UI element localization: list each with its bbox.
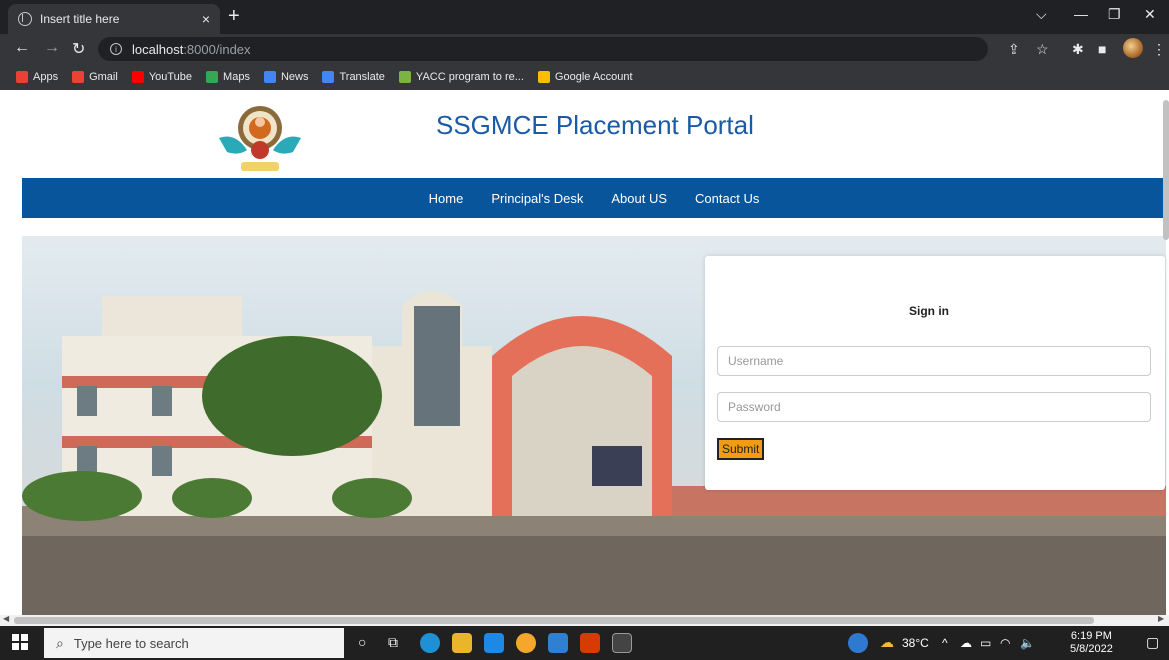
tray-chevron-icon[interactable]: ^: [942, 636, 948, 650]
url-input[interactable]: i localhost:8000/index: [98, 37, 988, 61]
password-input[interactable]: [717, 392, 1151, 422]
bookmark-item[interactable]: News: [263, 71, 309, 83]
bookmark-favicon-icon: [72, 71, 85, 83]
share-icon[interactable]: ⇪: [1008, 41, 1020, 58]
site-info-icon[interactable]: i: [110, 43, 122, 55]
bookmarks-bar: Apps Gmail YouTube Maps News Translate YACC pr…: [0, 64, 1169, 90]
username-input[interactable]: [717, 346, 1151, 376]
bookmark-item[interactable]: Gmail: [72, 71, 118, 83]
bookmark-label: Gmail: [89, 71, 118, 83]
bookmark-favicon-icon: [206, 71, 219, 83]
cortana-icon[interactable]: ○: [358, 634, 366, 650]
help-icon[interactable]: [848, 633, 868, 653]
notifications-icon[interactable]: ▢: [1146, 634, 1159, 651]
browser-tab[interactable]: Insert title here ×: [8, 4, 220, 34]
scroll-left-icon[interactable]: ◀: [3, 614, 9, 623]
main-nav: Home Principal's Desk About US Contact Us: [22, 178, 1166, 218]
vertical-scrollbar[interactable]: [1163, 100, 1169, 240]
college-logo: [219, 106, 301, 171]
bookmark-item[interactable]: Google Account: [537, 71, 633, 83]
bookmark-star-icon[interactable]: ☆: [1036, 41, 1049, 58]
signin-card: Sign in Submit: [705, 256, 1165, 490]
bookmark-label: Maps: [223, 71, 250, 83]
bookmark-item[interactable]: Apps: [16, 71, 58, 83]
battery-icon[interactable]: ▭: [980, 636, 991, 650]
signin-title: Sign in: [909, 304, 949, 318]
bookmark-label: News: [280, 71, 309, 83]
bookmark-item[interactable]: YACC program to re...: [398, 71, 524, 83]
bookmark-favicon-icon: [16, 71, 28, 83]
mail-icon[interactable]: [484, 633, 504, 653]
bookmark-label: Translate: [339, 71, 385, 83]
taskbar-search-placeholder: Type here to search: [73, 635, 189, 651]
bookmark-label: Apps: [33, 71, 59, 83]
task-view-icon[interactable]: ⧉: [388, 634, 398, 651]
profile-avatar[interactable]: [1123, 38, 1143, 58]
bookmark-label: Google Account: [554, 71, 633, 83]
submit-button[interactable]: Submit: [717, 438, 765, 460]
new-tab-button[interactable]: +: [228, 6, 240, 26]
minimize-icon[interactable]: —: [1074, 6, 1088, 22]
system-clock[interactable]: 6:19 PM 5/8/2022: [1070, 630, 1113, 656]
file-explorer-icon[interactable]: [452, 633, 472, 653]
windows-taskbar: ⌕ Type here to search ○ ⧉ ☁ 38°C ^ ☁ ▭ ◠…: [0, 626, 1169, 660]
nav-link[interactable]: Home: [429, 191, 464, 206]
back-arrow-icon[interactable]: ←: [14, 39, 30, 57]
bookmark-label: YouTube: [148, 71, 193, 83]
reload-icon[interactable]: ↻: [72, 39, 85, 59]
bookmark-favicon-icon: [131, 71, 144, 83]
edge-browser-icon[interactable]: [420, 633, 440, 653]
windows-start-icon[interactable]: [12, 634, 28, 650]
volume-icon[interactable]: 🔈: [1020, 636, 1035, 650]
weather-temperature[interactable]: 38°C: [902, 636, 929, 650]
bookmark-favicon-icon: [322, 71, 335, 83]
extensions-icon[interactable]: ✱: [1072, 41, 1084, 58]
onedrive-icon[interactable]: ☁: [960, 636, 972, 650]
store-icon[interactable]: [548, 633, 568, 653]
globe-icon: [18, 12, 32, 26]
bookmark-favicon-icon: [537, 71, 550, 83]
horizontal-scrollbar-thumb[interactable]: [14, 617, 1094, 624]
side-panel-icon[interactable]: ■: [1098, 41, 1106, 57]
bookmark-item[interactable]: Translate: [322, 71, 385, 83]
tab-title: Insert title here: [40, 12, 120, 26]
office-icon[interactable]: [580, 633, 600, 653]
site-title: SSGMCE Placement Portal: [436, 110, 754, 140]
tab-close-icon[interactable]: ×: [202, 11, 210, 27]
browser-tab-bar: Insert title here × + ⌵ — ❐ ✕: [0, 0, 1169, 34]
chrome-icon[interactable]: [516, 633, 536, 653]
menu-icon[interactable]: ⋮: [1152, 41, 1166, 58]
tab-search-icon[interactable]: ⌵: [1036, 6, 1047, 23]
terminal-icon[interactable]: [612, 633, 632, 653]
wifi-icon[interactable]: ◠: [1000, 636, 1010, 650]
scroll-right-icon[interactable]: ▶: [1158, 614, 1164, 623]
nav-link[interactable]: About US: [611, 191, 667, 206]
bookmark-item[interactable]: Maps: [206, 71, 250, 83]
taskbar-search[interactable]: ⌕ Type here to search: [44, 628, 344, 658]
bookmark-favicon-icon: [398, 71, 411, 83]
bookmark-label: YACC program to re...: [415, 71, 524, 83]
url-path: :8000/index: [183, 41, 251, 57]
search-icon: ⌕: [56, 634, 64, 651]
weather-icon[interactable]: ☁: [880, 634, 894, 651]
web-page: SSGMCE Placement Portal Home Principal's …: [0, 90, 1169, 615]
url-host: localhost: [132, 41, 184, 57]
restore-icon[interactable]: ❐: [1108, 6, 1121, 23]
close-window-icon[interactable]: ✕: [1144, 6, 1156, 23]
address-bar: ← → ↻ i localhost:8000/index ⇪ ☆ ✱ ■ ⋮: [0, 34, 1169, 64]
nav-link[interactable]: Principal's Desk: [491, 191, 583, 206]
bookmark-favicon-icon: [263, 71, 276, 83]
clock-time: 6:19 PM: [1070, 630, 1112, 642]
nav-link[interactable]: Contact Us: [695, 191, 759, 206]
clock-date: 5/8/2022: [1070, 643, 1113, 655]
forward-arrow-icon[interactable]: →: [44, 39, 60, 57]
bookmark-item[interactable]: YouTube: [131, 71, 193, 83]
